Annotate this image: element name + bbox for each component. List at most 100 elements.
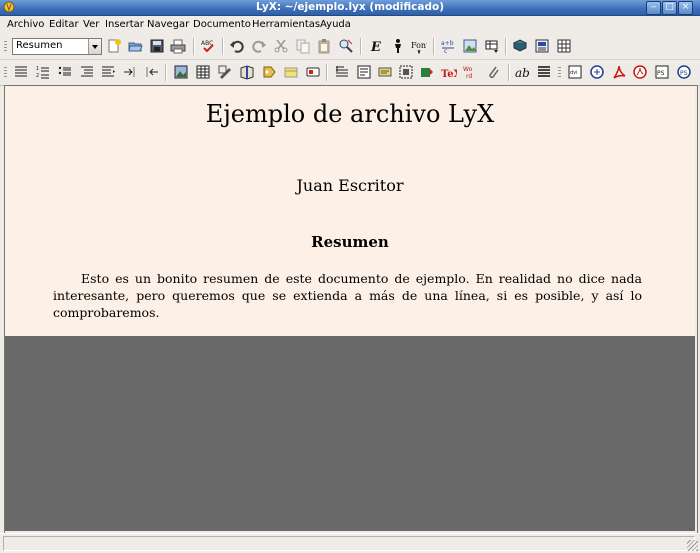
insert-branch-icon[interactable] — [419, 64, 435, 80]
toolbar-secondary: 12 TeX Word ab dvi PS PS — [0, 60, 700, 86]
menu-ayuda[interactable]: Ayuda — [320, 19, 351, 30]
document-author[interactable]: Juan Escritor — [5, 176, 695, 195]
menubar: Archivo Editar Ver Insertar Navegar Docu… — [0, 16, 700, 35]
indent-more-icon[interactable] — [100, 64, 116, 80]
menu-herramientas[interactable]: Herramientas — [252, 19, 320, 30]
menu-insertar[interactable]: Insertar — [105, 19, 144, 30]
resize-grip[interactable] — [687, 540, 698, 551]
svg-text:a+b: a+b — [441, 40, 454, 47]
svg-text:ab: ab — [515, 66, 530, 80]
ps-view-icon[interactable] — [589, 64, 605, 80]
menu-documento[interactable]: Documento — [193, 19, 251, 30]
view-icon[interactable] — [534, 38, 550, 54]
svg-text:c: c — [444, 48, 447, 54]
paste-icon[interactable] — [316, 38, 332, 54]
noun-icon[interactable] — [390, 38, 406, 54]
paragraph-icon[interactable] — [536, 64, 552, 80]
redo-icon[interactable] — [251, 38, 267, 54]
toolbar-separator — [165, 64, 167, 81]
toolbar-grip[interactable] — [4, 41, 7, 52]
insert-float-icon[interactable] — [398, 64, 414, 80]
insert-label-icon[interactable] — [261, 64, 277, 80]
toolbar-separator — [193, 38, 195, 55]
toc-icon[interactable] — [512, 38, 528, 54]
insert-minipage-icon[interactable] — [377, 64, 393, 80]
reload-icon[interactable]: PS — [676, 64, 692, 80]
update-icon[interactable] — [556, 38, 572, 54]
toolbar-separator — [505, 38, 507, 55]
ps-icon[interactable]: PS — [654, 64, 670, 80]
undo-icon[interactable] — [229, 38, 245, 54]
menu-ver[interactable]: Ver — [83, 19, 99, 30]
menu-navegar[interactable]: Navegar — [147, 19, 189, 30]
indent-less-icon[interactable] — [79, 64, 95, 80]
maximize-button[interactable]: □ — [662, 1, 677, 15]
toolbar-separator — [222, 38, 224, 55]
menu-archivo[interactable]: Archivo — [7, 19, 44, 30]
insert-cite-icon[interactable] — [239, 64, 255, 80]
abstract-line[interactable]: Esto es un bonito resumen de este docume… — [53, 270, 642, 287]
insert-figure-icon[interactable] — [173, 64, 189, 80]
layout-select[interactable]: Resumen — [12, 38, 102, 55]
insert-note-icon[interactable] — [283, 64, 299, 80]
table-icon[interactable] — [484, 38, 500, 54]
toolbar-separator — [326, 64, 328, 81]
document-title[interactable]: Ejemplo de archivo LyX — [5, 100, 695, 128]
dvi-icon[interactable]: dvi — [567, 64, 583, 80]
abstract-text[interactable]: Esto es un bonito resumen de este docume… — [53, 270, 642, 321]
window-title: LyX: ~/ejemplo.lyx (modificado) — [255, 1, 445, 13]
chevron-down-icon[interactable] — [88, 39, 101, 54]
insert-graphics-icon[interactable] — [217, 64, 233, 80]
insert-footnote-icon[interactable] — [305, 64, 321, 80]
font-icon[interactable]: Font — [411, 38, 427, 54]
insert-table-icon[interactable] — [195, 64, 211, 80]
pdf-icon[interactable] — [611, 64, 627, 80]
abstract-line[interactable]: comprobaremos. — [53, 304, 642, 321]
open-file-icon[interactable] — [127, 38, 143, 54]
status-field — [3, 536, 695, 551]
description-icon[interactable] — [57, 64, 73, 80]
toolbar-grip[interactable] — [558, 67, 561, 78]
math-icon[interactable]: a+b c — [440, 38, 456, 54]
save-icon[interactable] — [149, 38, 165, 54]
text-style-icon[interactable]: ab — [515, 64, 531, 80]
emphasis-icon[interactable]: E — [368, 38, 384, 54]
cut-icon[interactable] — [273, 38, 289, 54]
enumerate-icon[interactable]: 12 — [35, 64, 51, 80]
pdf-view-icon[interactable] — [632, 64, 648, 80]
svg-text:Font: Font — [411, 41, 427, 50]
svg-text:2: 2 — [36, 73, 39, 79]
svg-text:rd: rd — [466, 73, 472, 80]
abstract-line[interactable]: interesante, pero queremos que se extien… — [53, 287, 642, 304]
svg-text:dvi: dvi — [570, 70, 578, 76]
svg-text:PS: PS — [657, 70, 665, 77]
find-replace-icon[interactable] — [338, 38, 354, 54]
svg-text:PS: PS — [680, 70, 688, 77]
print-icon[interactable] — [170, 38, 186, 54]
svg-text:TeX: TeX — [441, 69, 457, 80]
abstract-heading[interactable]: Resumen — [5, 233, 695, 251]
menu-editar[interactable]: Editar — [49, 19, 79, 30]
minimize-button[interactable]: ‒ — [646, 1, 661, 15]
toolbar-separator — [508, 64, 510, 81]
insert-box-icon[interactable] — [356, 64, 372, 80]
depth-decrease-icon[interactable] — [144, 64, 160, 80]
toolbar-separator — [360, 38, 362, 55]
insert-attach-icon[interactable] — [485, 64, 501, 80]
toolbar-grip[interactable] — [4, 67, 7, 78]
itemize-icon[interactable] — [13, 64, 29, 80]
new-file-icon[interactable] — [106, 38, 122, 54]
insert-tex-icon[interactable]: TeX — [441, 64, 457, 80]
graphics-icon[interactable] — [462, 38, 478, 54]
window-titlebar[interactable]: LyX: ~/ejemplo.lyx (modificado) ‒ □ × — [0, 0, 700, 16]
spellcheck-icon[interactable]: ABC — [200, 38, 216, 54]
insert-margin-icon[interactable] — [334, 64, 350, 80]
depth-increase-icon[interactable] — [122, 64, 138, 80]
insert-url-icon[interactable]: Wo rd — [463, 64, 479, 80]
close-button[interactable]: × — [678, 1, 693, 15]
svg-text:Wo: Wo — [463, 66, 473, 73]
empty-work-area — [5, 336, 695, 531]
svg-text:1: 1 — [36, 66, 39, 72]
copy-icon[interactable] — [295, 38, 311, 54]
document-view[interactable]: Ejemplo de archivo LyX Juan Escritor Res… — [5, 86, 695, 336]
